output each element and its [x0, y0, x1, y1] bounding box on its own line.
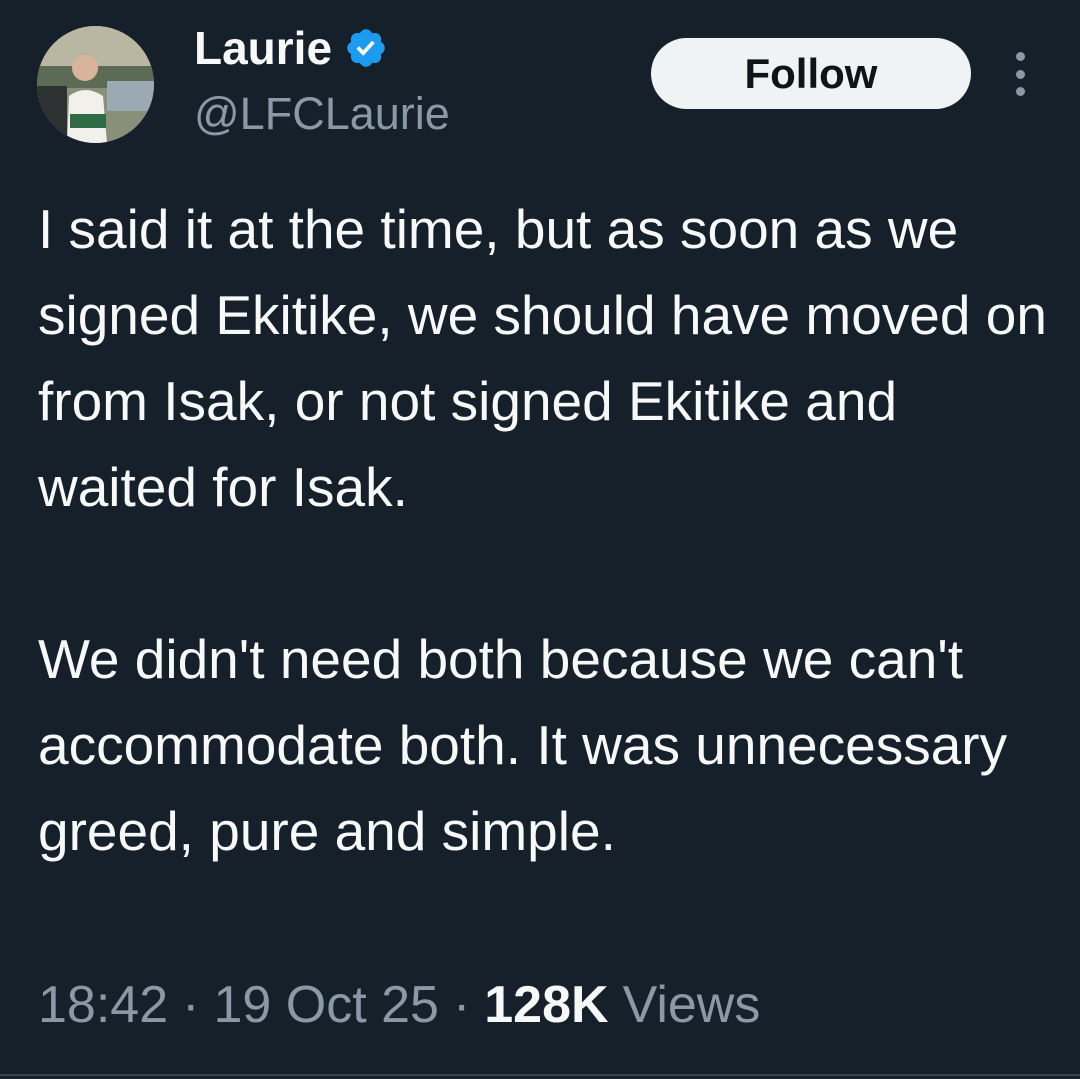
tweet-meta: 18:42 · 19 Oct 25 · 128K Views — [38, 975, 760, 1035]
more-dot — [1015, 69, 1025, 79]
follow-button[interactable]: Follow — [651, 38, 971, 109]
tweet-paragraph: I said it at the time, but as soon as we… — [38, 198, 1047, 518]
author-display-name[interactable]: Laurie — [194, 21, 332, 75]
avatar-photo — [37, 26, 154, 143]
author-handle[interactable]: @LFCLaurie — [194, 88, 450, 140]
author-name-row: Laurie — [194, 20, 388, 76]
views-count[interactable]: 128K — [484, 975, 608, 1035]
tweet-time[interactable]: 18:42 — [38, 975, 168, 1035]
more-dot — [1015, 87, 1025, 96]
tweet-date[interactable]: 19 Oct 25 — [213, 975, 438, 1035]
tweet-text: I said it at the time, but as soon as we… — [38, 186, 1058, 874]
verified-badge-icon — [347, 29, 385, 67]
views-label: Views — [622, 976, 761, 1034]
more-dot — [1015, 52, 1025, 61]
divider — [0, 1074, 1080, 1076]
meta-separator: · — [182, 976, 200, 1034]
author-avatar[interactable] — [37, 26, 154, 143]
tweet-paragraph: We didn't need both because we can't acc… — [38, 628, 1008, 862]
more-options-icon[interactable] — [1006, 52, 1034, 96]
meta-separator: · — [452, 976, 471, 1034]
